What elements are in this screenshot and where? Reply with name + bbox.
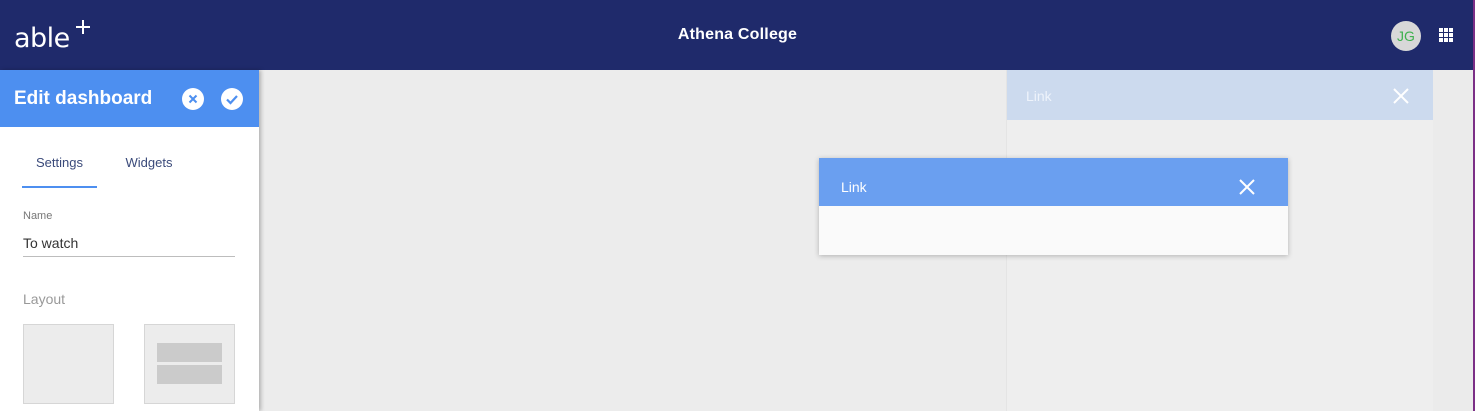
close-icon[interactable] <box>1239 179 1255 195</box>
logo-text: able <box>14 23 70 54</box>
dragging-widget-title: Link <box>841 179 867 195</box>
save-button[interactable] <box>221 88 243 110</box>
logo-plus-icon <box>76 20 90 34</box>
dragging-widget[interactable]: Link <box>819 158 1288 255</box>
panel-title: Edit dashboard <box>14 88 153 109</box>
name-field[interactable] <box>23 230 235 257</box>
layout-option-two-row[interactable] <box>144 324 235 404</box>
cancel-circle-icon <box>188 94 198 104</box>
canvas-right-gutter <box>1433 70 1473 411</box>
cancel-button[interactable] <box>182 88 204 110</box>
user-avatar[interactable]: JG <box>1391 21 1421 51</box>
layout-row-preview <box>157 343 222 362</box>
name-field-label: Name <box>23 210 53 222</box>
apps-grid-icon[interactable] <box>1439 28 1453 42</box>
top-bar: able Athena College JG <box>0 0 1475 70</box>
check-circle-icon <box>226 95 238 105</box>
dragging-widget-header[interactable]: Link <box>819 158 1288 206</box>
app-title: Athena College <box>677 26 798 43</box>
able-logo[interactable]: able <box>14 20 90 54</box>
layout-label: Layout <box>23 291 66 307</box>
background-widget-header: Link <box>1007 70 1434 120</box>
tab-widgets[interactable]: Widgets <box>112 155 186 188</box>
layout-option-single[interactable] <box>23 324 114 404</box>
edit-dashboard-panel: Edit dashboard Settings Widgets Name Lay… <box>0 70 259 411</box>
panel-header: Edit dashboard <box>0 70 259 127</box>
tab-settings[interactable]: Settings <box>22 155 97 188</box>
close-icon[interactable] <box>1393 88 1409 104</box>
layout-row-preview <box>157 365 222 384</box>
background-widget-title: Link <box>1026 88 1052 104</box>
